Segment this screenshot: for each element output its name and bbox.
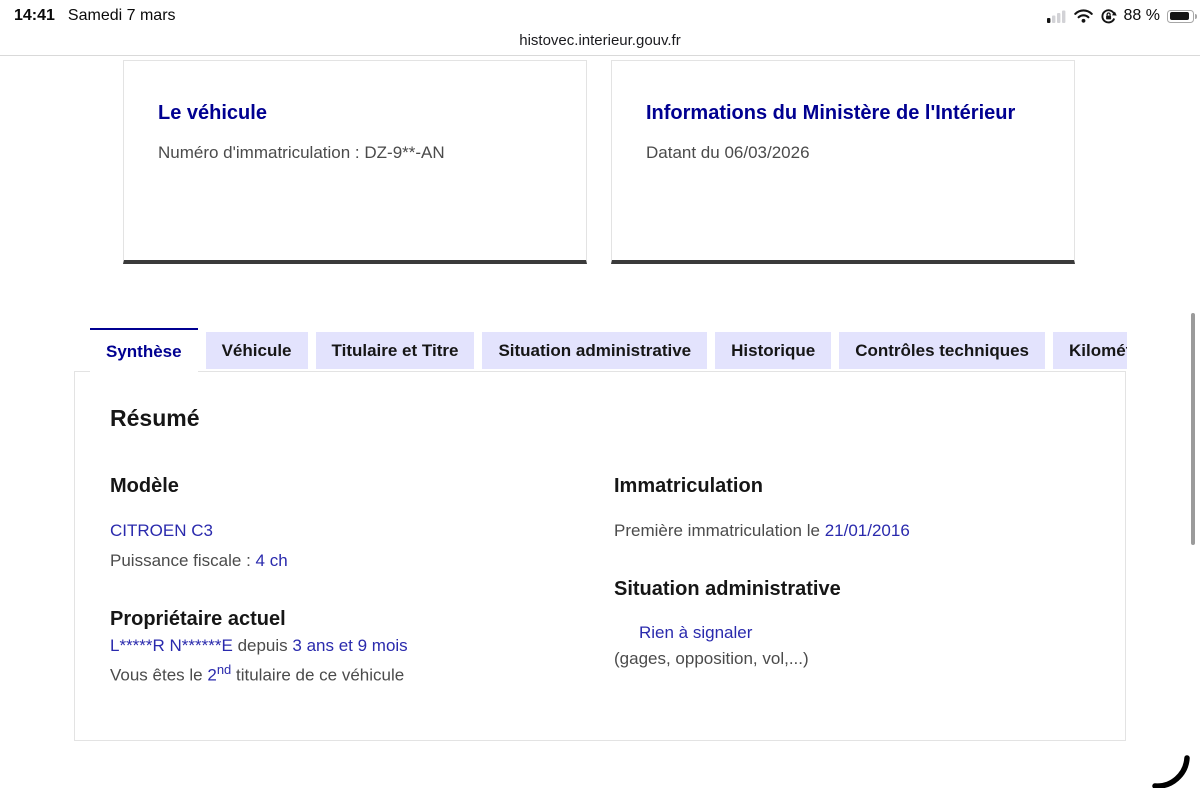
ministry-card: Informations du Ministère de l'Intérieur…: [611, 60, 1075, 264]
tab-titulaire-et-titre[interactable]: Titulaire et Titre: [315, 332, 475, 369]
battery-fill: [1169, 12, 1189, 20]
owner-separator: depuis: [232, 636, 293, 655]
summary-heading: Résumé: [110, 405, 200, 431]
owner-duration: 3 ans et 9 mois: [292, 636, 408, 655]
power-line: Puissance fiscale : 4 ch: [110, 551, 288, 571]
situation-heading: Situation administrative: [614, 578, 841, 600]
owner-line: L*****R N******E depuis 3 ans et 9 mois: [110, 636, 408, 656]
browser-chrome: 14:41 Samedi 7 mars histovec.interieur.g…: [0, 0, 1200, 56]
tab-historique[interactable]: Historique: [715, 332, 832, 369]
wifi-icon: [1073, 9, 1093, 23]
tab-bar: Synthèse Véhicule Titulaire et Titre Sit…: [90, 328, 1127, 374]
holder-suffix: titulaire de ce véhicule: [231, 665, 405, 685]
tab-situation-administrative[interactable]: Situation administrative: [482, 332, 708, 369]
situation-status: Rien à signaler: [639, 623, 753, 642]
registration-line: Première immatriculation le 21/01/2016: [614, 521, 910, 541]
status-left: 14:41 Samedi 7 mars: [14, 7, 176, 25]
holder-prefix: Vous êtes le: [110, 665, 208, 685]
status-time: 14:41: [14, 7, 55, 24]
address-bar[interactable]: histovec.interieur.gouv.fr: [0, 32, 1200, 49]
registration-heading: Immatriculation: [614, 475, 763, 497]
vehicle-card-title: Le véhicule: [158, 102, 267, 124]
owner-heading: Propriétaire actuel: [110, 608, 286, 630]
power-label: Puissance fiscale :: [110, 551, 256, 570]
cellular-signal-icon: [1046, 10, 1065, 23]
holder-line: Vous êtes le 2nd titulaire de ce véhicul…: [110, 662, 404, 686]
tab-vehicule[interactable]: Véhicule: [205, 332, 308, 369]
tab-controles-techniques[interactable]: Contrôles techniques: [839, 332, 1046, 369]
loading-spinner-icon: [1152, 755, 1190, 788]
rotation-lock-icon: [1101, 8, 1117, 23]
power-value: 4 ch: [255, 551, 288, 570]
situation-note: (gages, opposition, vol,...): [614, 649, 809, 668]
vehicle-card: Le véhicule Numéro d'immatriculation : D…: [123, 60, 587, 264]
battery-nub: [1194, 14, 1197, 19]
registration-label: Première immatriculation le: [614, 521, 825, 540]
registration-date: 21/01/2016: [824, 521, 910, 540]
vehicle-card-line: Numéro d'immatriculation : DZ-9**-AN: [158, 143, 445, 162]
tab-synthese[interactable]: Synthèse: [90, 328, 198, 374]
holder-ordinal: nd: [216, 662, 232, 677]
scrollbar-thumb[interactable]: [1191, 313, 1195, 545]
ministry-card-title: Informations du Ministère de l'Intérieur: [646, 102, 1016, 124]
battery-icon: [1167, 9, 1197, 23]
ministry-card-line: Datant du 06/03/2026: [646, 143, 810, 162]
tab-kilometrage[interactable]: Kilométrage: [1053, 332, 1127, 369]
holder-rank: 2: [207, 665, 217, 685]
status-date: Samedi 7 mars: [67, 7, 176, 24]
status-right: 88 %: [1046, 6, 1197, 26]
model-name: CITROEN C3: [110, 521, 213, 540]
content-panel: Résumé Modèle CITROEN C3 Puissance fisca…: [74, 371, 1126, 741]
model-heading: Modèle: [110, 475, 179, 497]
owner-name: L*****R N******E: [110, 636, 233, 655]
battery-percent: 88 %: [1123, 7, 1160, 24]
